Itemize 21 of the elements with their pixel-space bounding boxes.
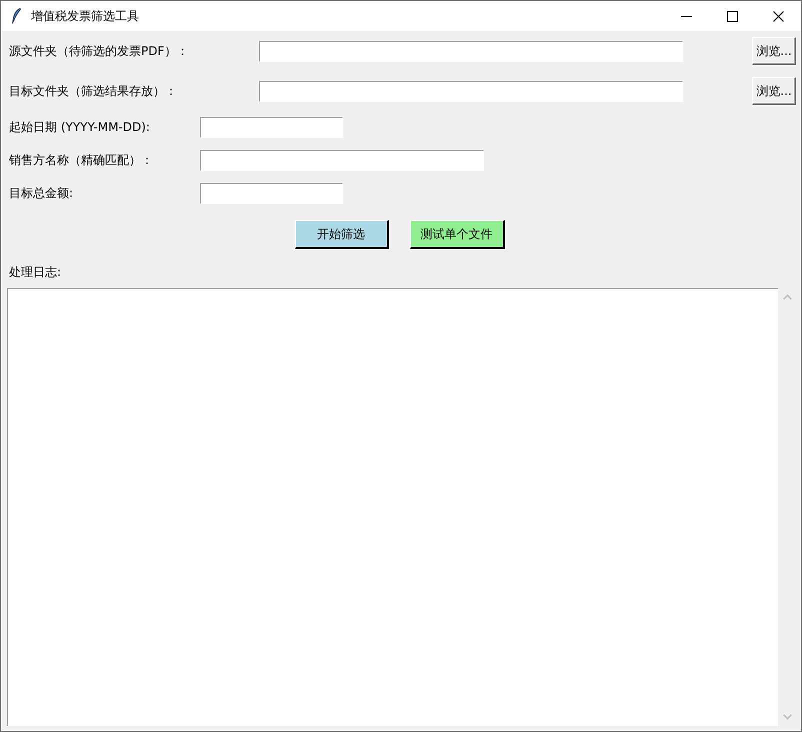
- input-field[interactable]: [200, 117, 343, 138]
- input-field[interactable]: [200, 183, 343, 204]
- field-label: 源文件夹（待筛选的发票PDF）：: [9, 42, 188, 60]
- close-icon: [772, 10, 784, 22]
- field-label: 起始日期 (YYYY-MM-DD):: [9, 119, 150, 136]
- browse-button[interactable]: 浏览...: [752, 77, 796, 105]
- folder-input-field[interactable]: [259, 80, 683, 102]
- feather-icon: [12, 8, 21, 24]
- maximize-icon: [726, 10, 738, 22]
- input-field[interactable]: [200, 150, 484, 171]
- field-label: 目标总金额:: [9, 185, 74, 202]
- scroll-down-icon[interactable]: [783, 714, 792, 720]
- start-filter-button[interactable]: 开始筛选: [294, 220, 388, 249]
- test-file-button[interactable]: 测试单个文件: [410, 220, 504, 249]
- field-label: 销售方名称（精确匹配）：: [9, 152, 153, 169]
- folder-input-field[interactable]: [259, 40, 683, 62]
- field-label: 目标文件夹（筛选结果存放）：: [9, 82, 177, 100]
- scroll-up-icon[interactable]: [783, 294, 792, 300]
- browse-button[interactable]: 浏览...: [752, 37, 796, 65]
- window-title: 增值税发票筛选工具: [31, 8, 139, 24]
- log-label: 处理日志:: [9, 265, 62, 279]
